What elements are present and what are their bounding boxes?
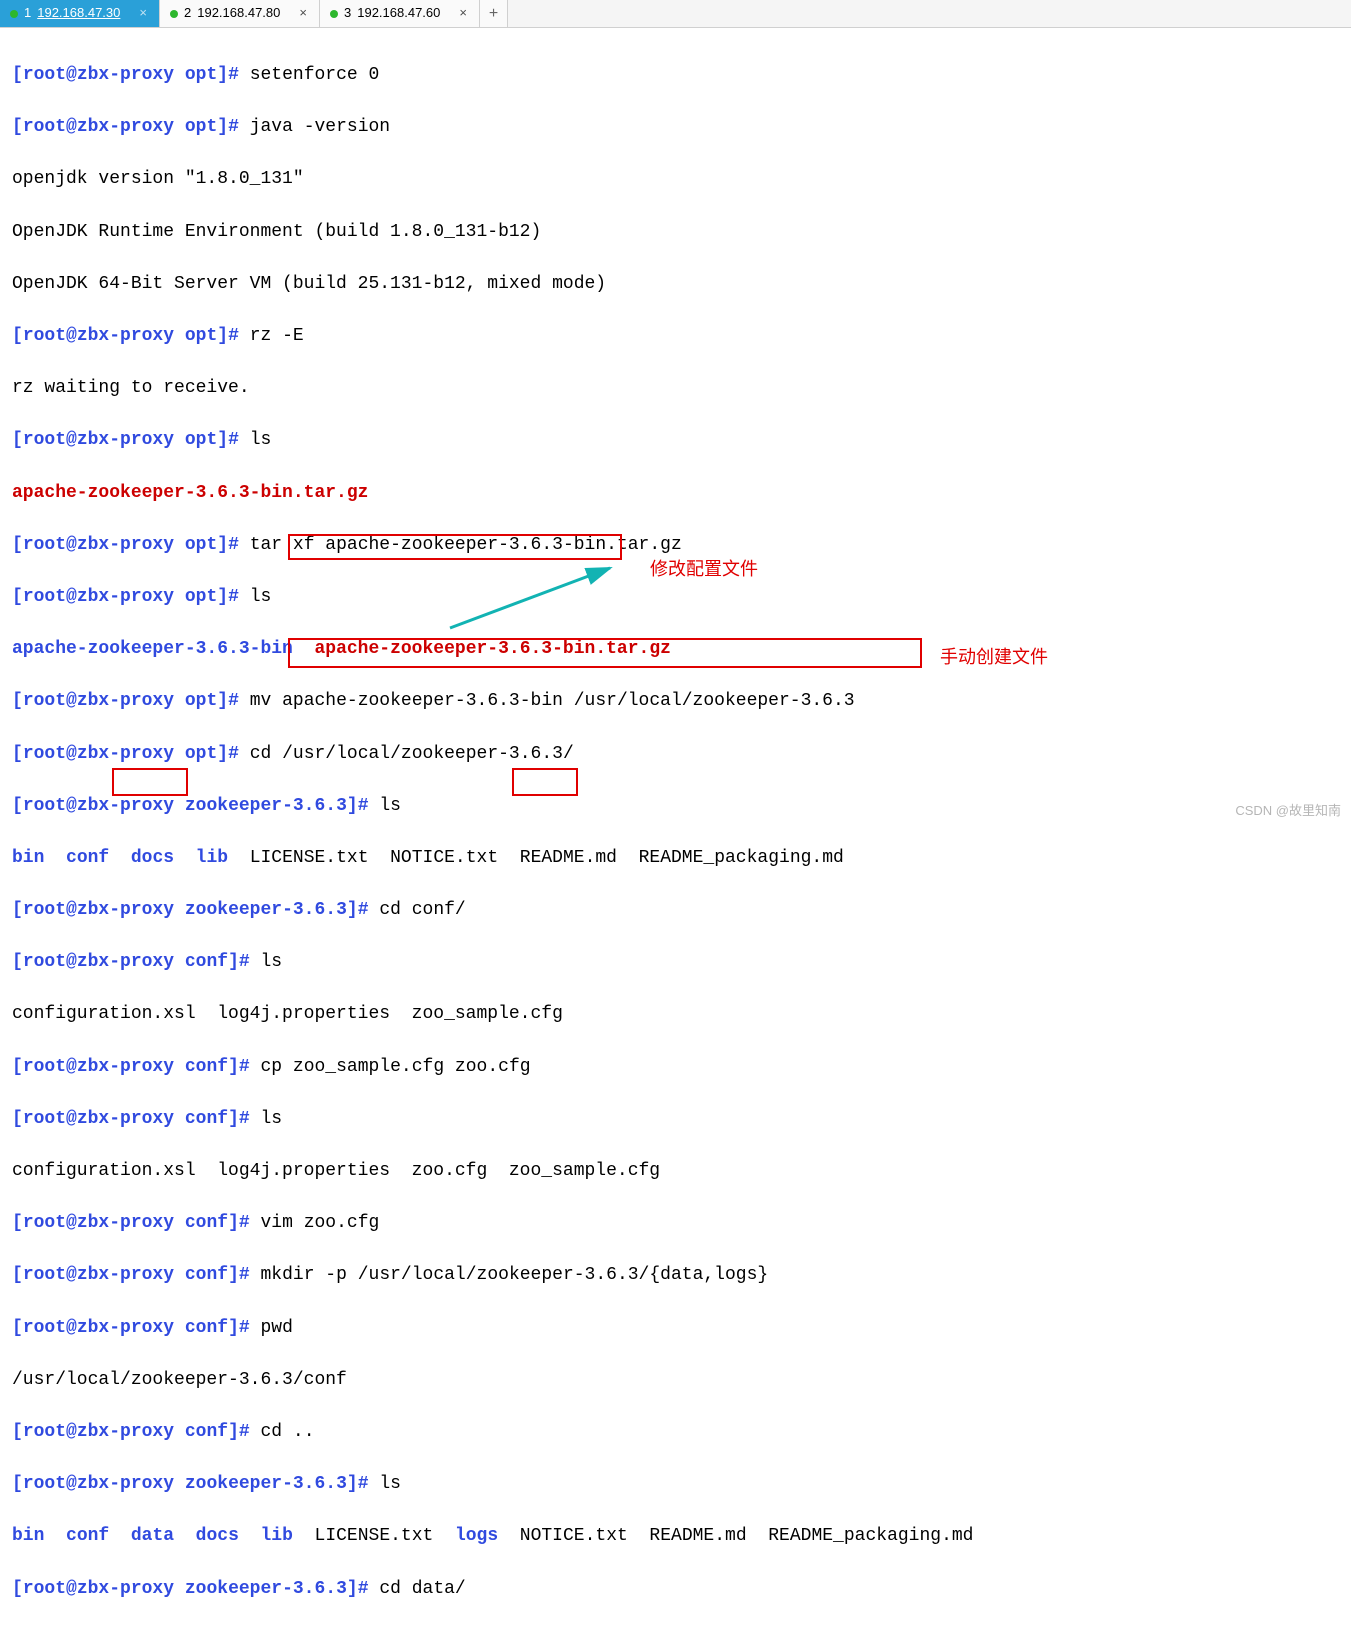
output-line: openjdk version "1.8.0_131" (12, 166, 1339, 192)
watermark: CSDN @故里知南 (1235, 802, 1341, 821)
terminal-output[interactable]: [root@zbx-proxy opt]# setenforce 0 [root… (0, 28, 1351, 1628)
tab-3[interactable]: 3 192.168.47.60 × (320, 0, 480, 27)
cmd: mv apache-zookeeper-3.6.3-bin /usr/local… (250, 691, 855, 711)
cmd: cd /usr/local/zookeeper-3.6.3/ (250, 744, 574, 764)
tab-1[interactable]: 1 192.168.47.30 × (0, 0, 160, 27)
cmd: cd data/ (379, 1579, 465, 1599)
bracket: [ (12, 65, 23, 85)
output-line: OpenJDK Runtime Environment (build 1.8.0… (12, 219, 1339, 245)
close-icon[interactable]: × (137, 4, 149, 23)
cmd: ls (261, 1109, 283, 1129)
cmd: cd conf/ (379, 900, 465, 920)
close-icon[interactable]: × (297, 4, 309, 23)
output-line: configuration.xsl log4j.properties zoo.c… (12, 1158, 1339, 1184)
bracket: ]# (217, 65, 239, 85)
cmd: tar xf apache-zookeeper-3.6.3-bin.tar.gz (250, 535, 682, 555)
annotation-arrow-icon (440, 560, 640, 640)
output-line: apache-zookeeper-3.6.3-bin.tar.gz (12, 480, 1339, 506)
cmd: pwd (261, 1318, 293, 1338)
cmd: ls (250, 430, 272, 450)
tab-index: 2 (184, 4, 191, 23)
cmd: java -version (250, 117, 390, 137)
cmd: vim zoo.cfg (261, 1213, 380, 1233)
prompt-dir: opt (185, 65, 217, 85)
output-line: configuration.xsl log4j.properties zoo_s… (12, 1001, 1339, 1027)
file-listing: apache-zookeeper-3.6.3-bin.tar.gz (314, 639, 670, 659)
cmd: mkdir -p /usr/local/zookeeper-3.6.3/{dat… (261, 1265, 769, 1285)
status-dot-icon (170, 10, 178, 18)
add-tab-button[interactable]: + (480, 0, 508, 27)
tab-title: 192.168.47.60 (357, 4, 451, 23)
output-line: rz waiting to receive. (12, 375, 1339, 401)
cmd: cd .. (261, 1422, 315, 1442)
tab-2[interactable]: 2 192.168.47.80 × (160, 0, 320, 27)
prompt-user: root@zbx-proxy (23, 65, 174, 85)
tab-bar: 1 192.168.47.30 × 2 192.168.47.80 × 3 19… (0, 0, 1351, 28)
tab-index: 1 (24, 4, 31, 23)
cmd: ls (379, 1474, 401, 1494)
cmd: ls (250, 587, 272, 607)
cmd: setenforce 0 (250, 65, 380, 85)
status-dot-icon (10, 10, 18, 18)
status-dot-icon (330, 10, 338, 18)
cmd: cp zoo_sample.cfg zoo.cfg (261, 1057, 531, 1077)
tab-title: 192.168.47.30 (37, 4, 131, 23)
tab-title: 192.168.47.80 (197, 4, 291, 23)
output-line: OpenJDK 64-Bit Server VM (build 25.131-b… (12, 271, 1339, 297)
dir-listing: apache-zookeeper-3.6.3-bin (12, 639, 293, 659)
cmd: ls (379, 796, 401, 816)
close-icon[interactable]: × (457, 4, 469, 23)
cmd: ls (261, 952, 283, 972)
cmd: rz -E (250, 326, 304, 346)
tab-index: 3 (344, 4, 351, 23)
output-line: /usr/local/zookeeper-3.6.3/conf (12, 1367, 1339, 1393)
